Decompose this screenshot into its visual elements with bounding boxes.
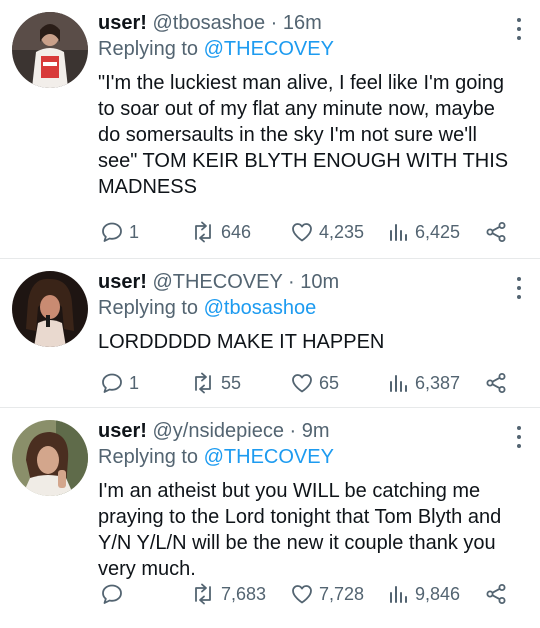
- separator: ·: [288, 271, 295, 293]
- timestamp[interactable]: 16m: [283, 12, 322, 34]
- views-count: 6,387: [415, 372, 461, 393]
- share-icon: [486, 584, 506, 604]
- tweet[interactable]: user! @THECOVEY · 10m Replying to @tbosa…: [0, 259, 540, 408]
- tweet-text: I'm an atheist but you WILL be catching …: [98, 480, 502, 580]
- username[interactable]: user!: [98, 271, 147, 293]
- replying-to-label: Replying to: [98, 38, 199, 60]
- retweet-icon: [195, 372, 211, 394]
- tweet[interactable]: user! @tbosashoe · 16m Replying to @THEC…: [0, 0, 540, 259]
- reply-icon: [102, 222, 122, 242]
- reply-icon: [102, 373, 122, 393]
- views-icon: [390, 375, 407, 392]
- more-icon[interactable]: [516, 18, 522, 40]
- retweet-button[interactable]: 7,683: [190, 581, 266, 607]
- timestamp[interactable]: 9m: [302, 420, 330, 442]
- user-handle[interactable]: @y/nsidepiece: [152, 420, 283, 442]
- views-count: 6,425: [415, 221, 461, 242]
- tweet-header: user! @tbosashoe · 16m: [98, 10, 510, 36]
- replying-to-handle[interactable]: @THECOVEY: [204, 446, 334, 468]
- share-icon: [486, 373, 506, 393]
- views-button[interactable]: 6,387: [388, 370, 460, 396]
- user-handle[interactable]: @tbosashoe: [152, 12, 265, 34]
- reply-count: 1: [129, 372, 140, 393]
- replying-to: Replying to @THECOVEY: [98, 36, 510, 62]
- username[interactable]: user!: [98, 12, 147, 34]
- share-button[interactable]: [484, 581, 508, 607]
- views-icon: [390, 224, 407, 241]
- action-bar: 7,683 7,728 9,846: [100, 581, 526, 607]
- reply-icon: [102, 584, 122, 604]
- separator: ·: [289, 420, 297, 442]
- retweet-icon: [195, 221, 211, 243]
- retweet-count: 7,683: [221, 583, 267, 604]
- separator: ·: [270, 12, 278, 34]
- replying-to-label: Replying to: [98, 446, 199, 468]
- tweet-header: user! @y/nsidepiece · 9m: [98, 418, 510, 444]
- views-icon: [390, 586, 407, 603]
- timestamp[interactable]: 10m: [300, 271, 339, 293]
- views-count: 9,846: [415, 583, 461, 604]
- avatar[interactable]: [12, 271, 88, 347]
- retweet-button[interactable]: 646: [190, 219, 251, 245]
- reply-count: 1: [129, 221, 140, 242]
- replying-to: Replying to @THECOVEY: [98, 444, 510, 470]
- tweet-header: user! @THECOVEY · 10m: [98, 269, 510, 295]
- heart-icon: [292, 585, 312, 604]
- share-button[interactable]: [484, 219, 508, 245]
- reply-button[interactable]: 1: [100, 219, 139, 245]
- tweet[interactable]: user! @y/nsidepiece · 9m Replying to @TH…: [0, 408, 540, 628]
- avatar[interactable]: [12, 12, 88, 88]
- replying-to-handle[interactable]: @THECOVEY: [204, 38, 334, 60]
- like-count: 65: [319, 372, 340, 393]
- retweet-icon: [195, 583, 211, 605]
- replying-to: Replying to @tbosashoe: [98, 295, 510, 321]
- retweet-count: 55: [221, 372, 242, 393]
- like-count: 7,728: [319, 583, 365, 604]
- tweet-text: LORDDDDD MAKE IT HAPPEN: [98, 331, 385, 353]
- like-button[interactable]: 4,235: [290, 219, 364, 245]
- heart-icon: [292, 374, 312, 393]
- retweet-count: 646: [221, 221, 252, 242]
- views-button[interactable]: 6,425: [388, 219, 460, 245]
- heart-icon: [292, 223, 312, 242]
- action-bar: 1 646 4,235 6,425: [100, 219, 526, 245]
- action-bar: 1 55 65 6,387: [100, 370, 526, 396]
- retweet-button[interactable]: 55: [190, 370, 241, 396]
- tweet-text: "I'm the luckiest man alive, I feel like…: [98, 72, 509, 198]
- replying-to-handle[interactable]: @tbosashoe: [204, 297, 317, 319]
- reply-button[interactable]: [100, 581, 129, 607]
- replying-to-label: Replying to: [98, 297, 199, 319]
- user-handle[interactable]: @THECOVEY: [152, 271, 282, 293]
- more-icon[interactable]: [516, 426, 522, 448]
- share-icon: [486, 222, 506, 242]
- views-button[interactable]: 9,846: [388, 581, 460, 607]
- avatar[interactable]: [12, 420, 88, 496]
- like-button[interactable]: 7,728: [290, 581, 364, 607]
- reply-button[interactable]: 1: [100, 370, 139, 396]
- username[interactable]: user!: [98, 420, 147, 442]
- like-button[interactable]: 65: [290, 370, 339, 396]
- like-count: 4,235: [319, 221, 365, 242]
- more-icon[interactable]: [516, 277, 522, 299]
- share-button[interactable]: [484, 370, 508, 396]
